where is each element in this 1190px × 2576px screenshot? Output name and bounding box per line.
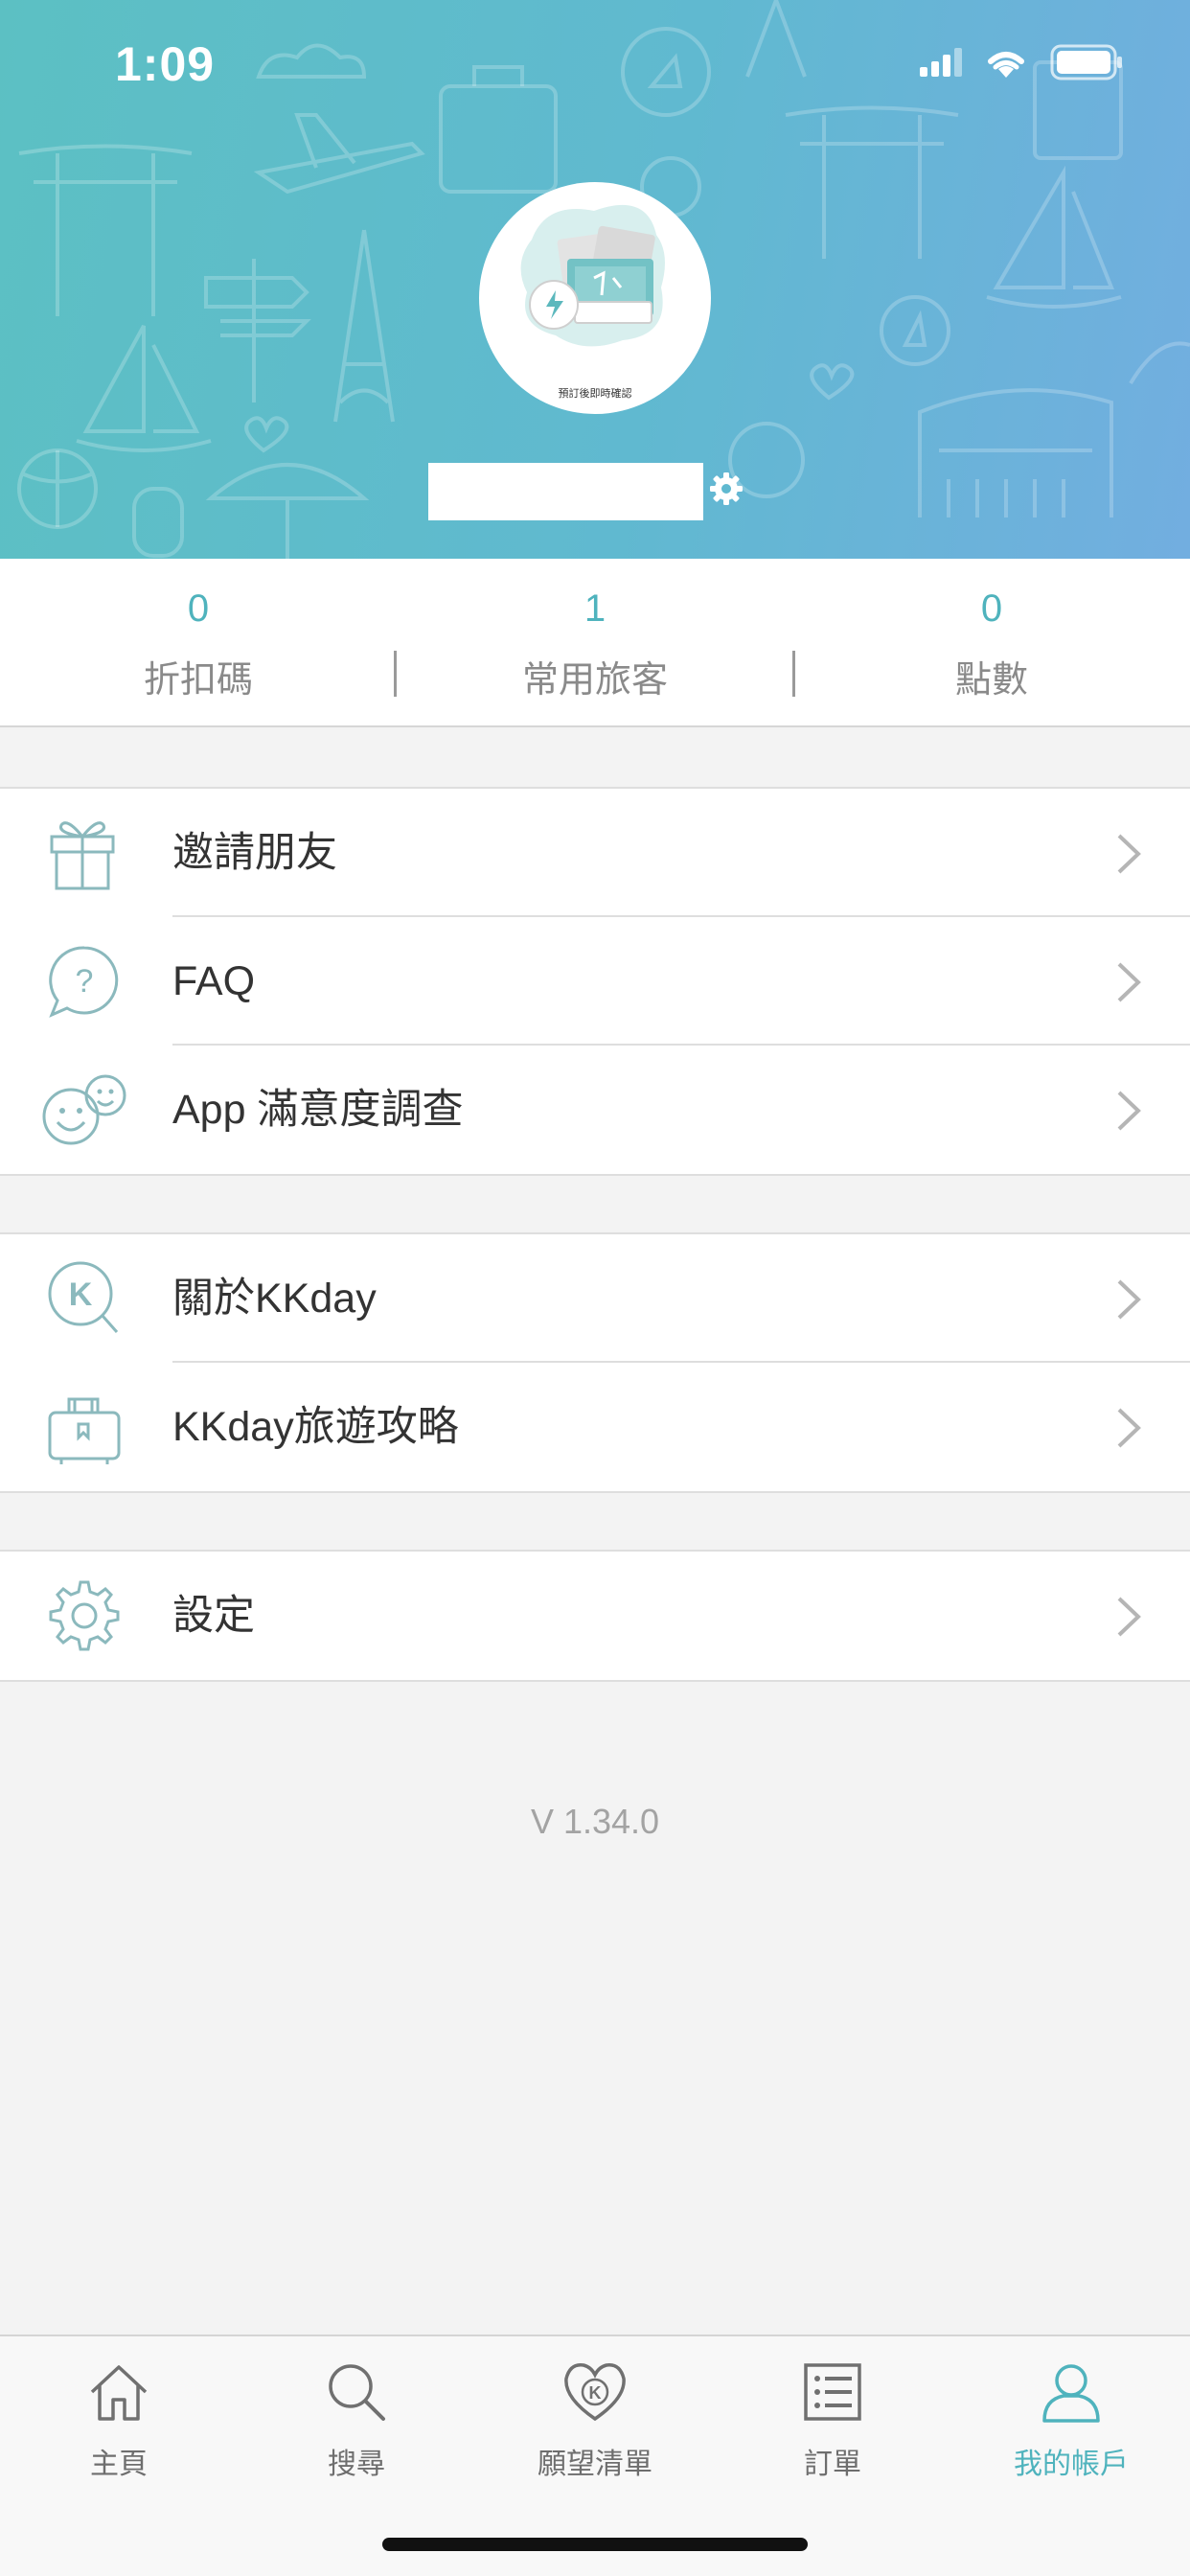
tab-search[interactable]: 搜尋 [238, 2359, 475, 2484]
wifi-icon [988, 52, 1024, 78]
menu-item-invite-friends[interactable]: 邀請朋友 [0, 789, 1190, 917]
stat-value: 1 [584, 587, 606, 630]
home-icon [90, 2365, 148, 2421]
tab-label: 訂單 [804, 2449, 861, 2480]
status-time: 1:09 [115, 37, 216, 91]
username-field[interactable] [428, 463, 703, 520]
tab-label: 搜尋 [328, 2449, 385, 2480]
stat-value: 0 [187, 587, 210, 630]
gift-icon [50, 821, 115, 890]
menu-item-label: 邀請朋友 [172, 830, 337, 876]
menu-item-label: 關於KKday [172, 1276, 377, 1322]
tab-label: 我的帳戶 [1014, 2449, 1129, 2480]
luggage-icon [48, 1397, 121, 1464]
menu-item-app-survey[interactable]: App 滿意度調查 [0, 1046, 1190, 1174]
chevron-right-icon [1117, 834, 1141, 874]
tab-label: 願望清單 [538, 2449, 652, 2480]
status-bar: 1:09 [0, 0, 1190, 126]
smiley-faces-icon [42, 1074, 126, 1145]
avatar-caption: 預訂後即時確認 [558, 388, 632, 400]
stat-label: 點數 [954, 660, 1028, 701]
chevron-right-icon [1117, 1279, 1141, 1320]
stat-discount-codes[interactable]: 0 折扣碼 [0, 559, 397, 727]
stat-value: 0 [980, 587, 1003, 630]
menu-item-about-kkday[interactable]: K 關於KKday [0, 1234, 1190, 1363]
svg-text:K: K [69, 1276, 93, 1313]
home-indicator[interactable] [382, 2538, 808, 2551]
app-version: V 1.34.0 [530, 1802, 660, 1841]
menu-item-kkday-travel-guide[interactable]: KKday旅遊攻略 [0, 1363, 1190, 1491]
tab-home[interactable]: 主頁 [0, 2359, 238, 2484]
avatar-illustration [520, 204, 665, 347]
profile-header: 1:09 預訂後即時確認 [0, 0, 1190, 559]
menu-item-faq[interactable]: ? FAQ [0, 917, 1190, 1046]
search-icon [329, 2364, 385, 2421]
tab-my-account[interactable]: 我的帳戶 [952, 2359, 1190, 2484]
cellular-signal-icon [920, 48, 962, 77]
menu-group-share: 邀請朋友 ? FAQ App 滿意度調查 [0, 787, 1190, 1176]
menu-item-label: 設定 [172, 1593, 255, 1639]
menu-group-settings: 設定 [0, 1550, 1190, 1682]
svg-text:K: K [589, 2383, 602, 2403]
gear-icon [49, 1580, 120, 1651]
menu-item-label: KKday旅遊攻略 [172, 1404, 459, 1450]
menu-group-kkday: K 關於KKday KKday旅遊攻略 [0, 1232, 1190, 1493]
stat-label: 常用旅客 [521, 660, 668, 701]
tab-orders[interactable]: 訂單 [714, 2359, 951, 2484]
wishlist-heart-icon: K [564, 2363, 626, 2422]
stat-label: 折扣碼 [143, 660, 253, 701]
kkday-search-icon: K [48, 1261, 119, 1333]
profile-settings-gear-icon[interactable] [707, 470, 745, 508]
tab-wishlist[interactable]: K 願望清單 [476, 2359, 714, 2484]
stat-points[interactable]: 0 點數 [793, 559, 1190, 727]
chevron-right-icon [1117, 1091, 1141, 1131]
menu-item-label: App 滿意度調查 [172, 1087, 464, 1133]
orders-list-icon [804, 2363, 861, 2421]
chevron-right-icon [1117, 1408, 1141, 1448]
avatar[interactable]: 預訂後即時確認 [479, 182, 711, 414]
chevron-right-icon [1117, 1597, 1141, 1637]
battery-icon [1050, 44, 1122, 80]
svg-text:?: ? [76, 963, 94, 1000]
menu-item-label: FAQ [172, 958, 256, 1004]
chevron-right-icon [1117, 962, 1141, 1002]
account-stats: 0 折扣碼 1 常用旅客 0 點數 [0, 559, 1190, 727]
menu-item-settings[interactable]: 設定 [0, 1552, 1190, 1680]
stat-frequent-travelers[interactable]: 1 常用旅客 [397, 559, 793, 727]
question-bubble-icon: ? [49, 946, 119, 1018]
tab-label: 主頁 [90, 2449, 148, 2480]
account-icon [1042, 2364, 1100, 2423]
